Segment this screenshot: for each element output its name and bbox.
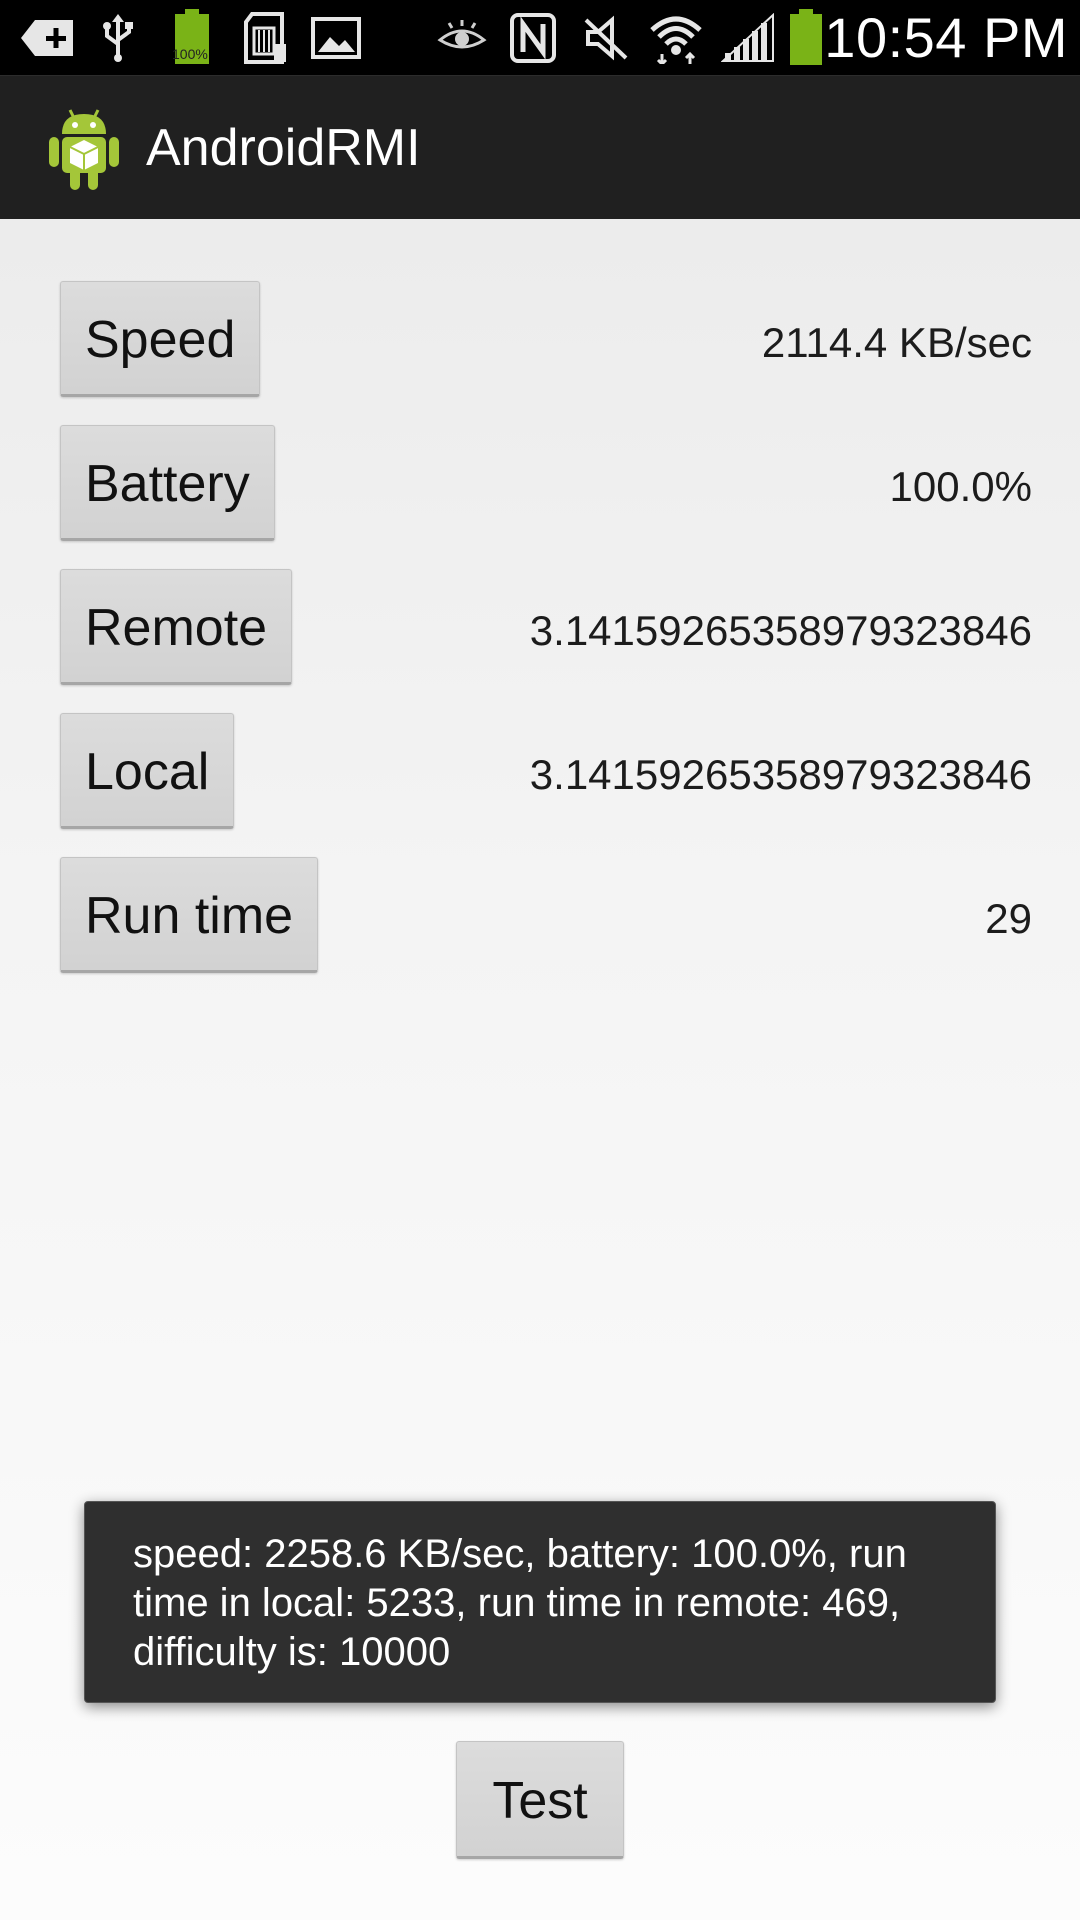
local-button[interactable]: Local [60,713,235,829]
run-time-value: 29 [985,895,1032,942]
remote-value: 3.14159265358979323846 [529,607,1032,654]
remote-row: Remote 3.14159265358979323846 [60,569,1032,687]
action-bar: AndroidRMI [0,75,1080,220]
sd-card-icon [240,0,290,75]
battery-percent-label: 100% [172,46,208,62]
speed-value: 2114.4 KB/sec [761,319,1032,366]
nfc-icon [508,0,558,75]
mute-icon [580,0,632,75]
local-value: 3.14159265358979323846 [529,751,1032,798]
wifi-icon [646,0,706,75]
status-time: 10:54 PM [824,6,1068,69]
battery-value: 100.0% [889,463,1032,510]
run-time-row: Run time 29 [60,857,1032,975]
android-robot-icon [46,106,122,192]
app-title: AndroidRMI [146,119,421,177]
signal-icon [720,0,776,75]
status-bar: 100% 10:54 PM [0,0,1080,75]
usb-icon [96,0,140,75]
toast-line: speed: 2258.6 KB/sec, battery: 100.0%, r… [133,1532,907,1576]
speed-row: Speed 2114.4 KB/sec [60,281,1032,399]
battery-full-icon: 100% [168,0,216,75]
add-icon [20,0,76,75]
toast-line: time in local: 5233, run time in remote:… [133,1581,901,1625]
local-row: Local 3.14159265358979323846 [60,713,1032,831]
run-time-button[interactable]: Run time [60,857,319,973]
smart-stay-eye-icon [436,0,488,75]
battery-icon [786,0,826,75]
speed-button[interactable]: Speed [60,281,261,397]
test-button[interactable]: Test [456,1741,624,1859]
battery-row: Battery 100.0% [60,425,1032,543]
battery-button[interactable]: Battery [60,425,275,541]
gallery-icon [310,0,362,75]
toast-message: speed: 2258.6 KB/sec, battery: 100.0%, r… [84,1501,996,1703]
toast-line: difficulty is: 10000 [133,1630,451,1674]
remote-button[interactable]: Remote [60,569,293,685]
